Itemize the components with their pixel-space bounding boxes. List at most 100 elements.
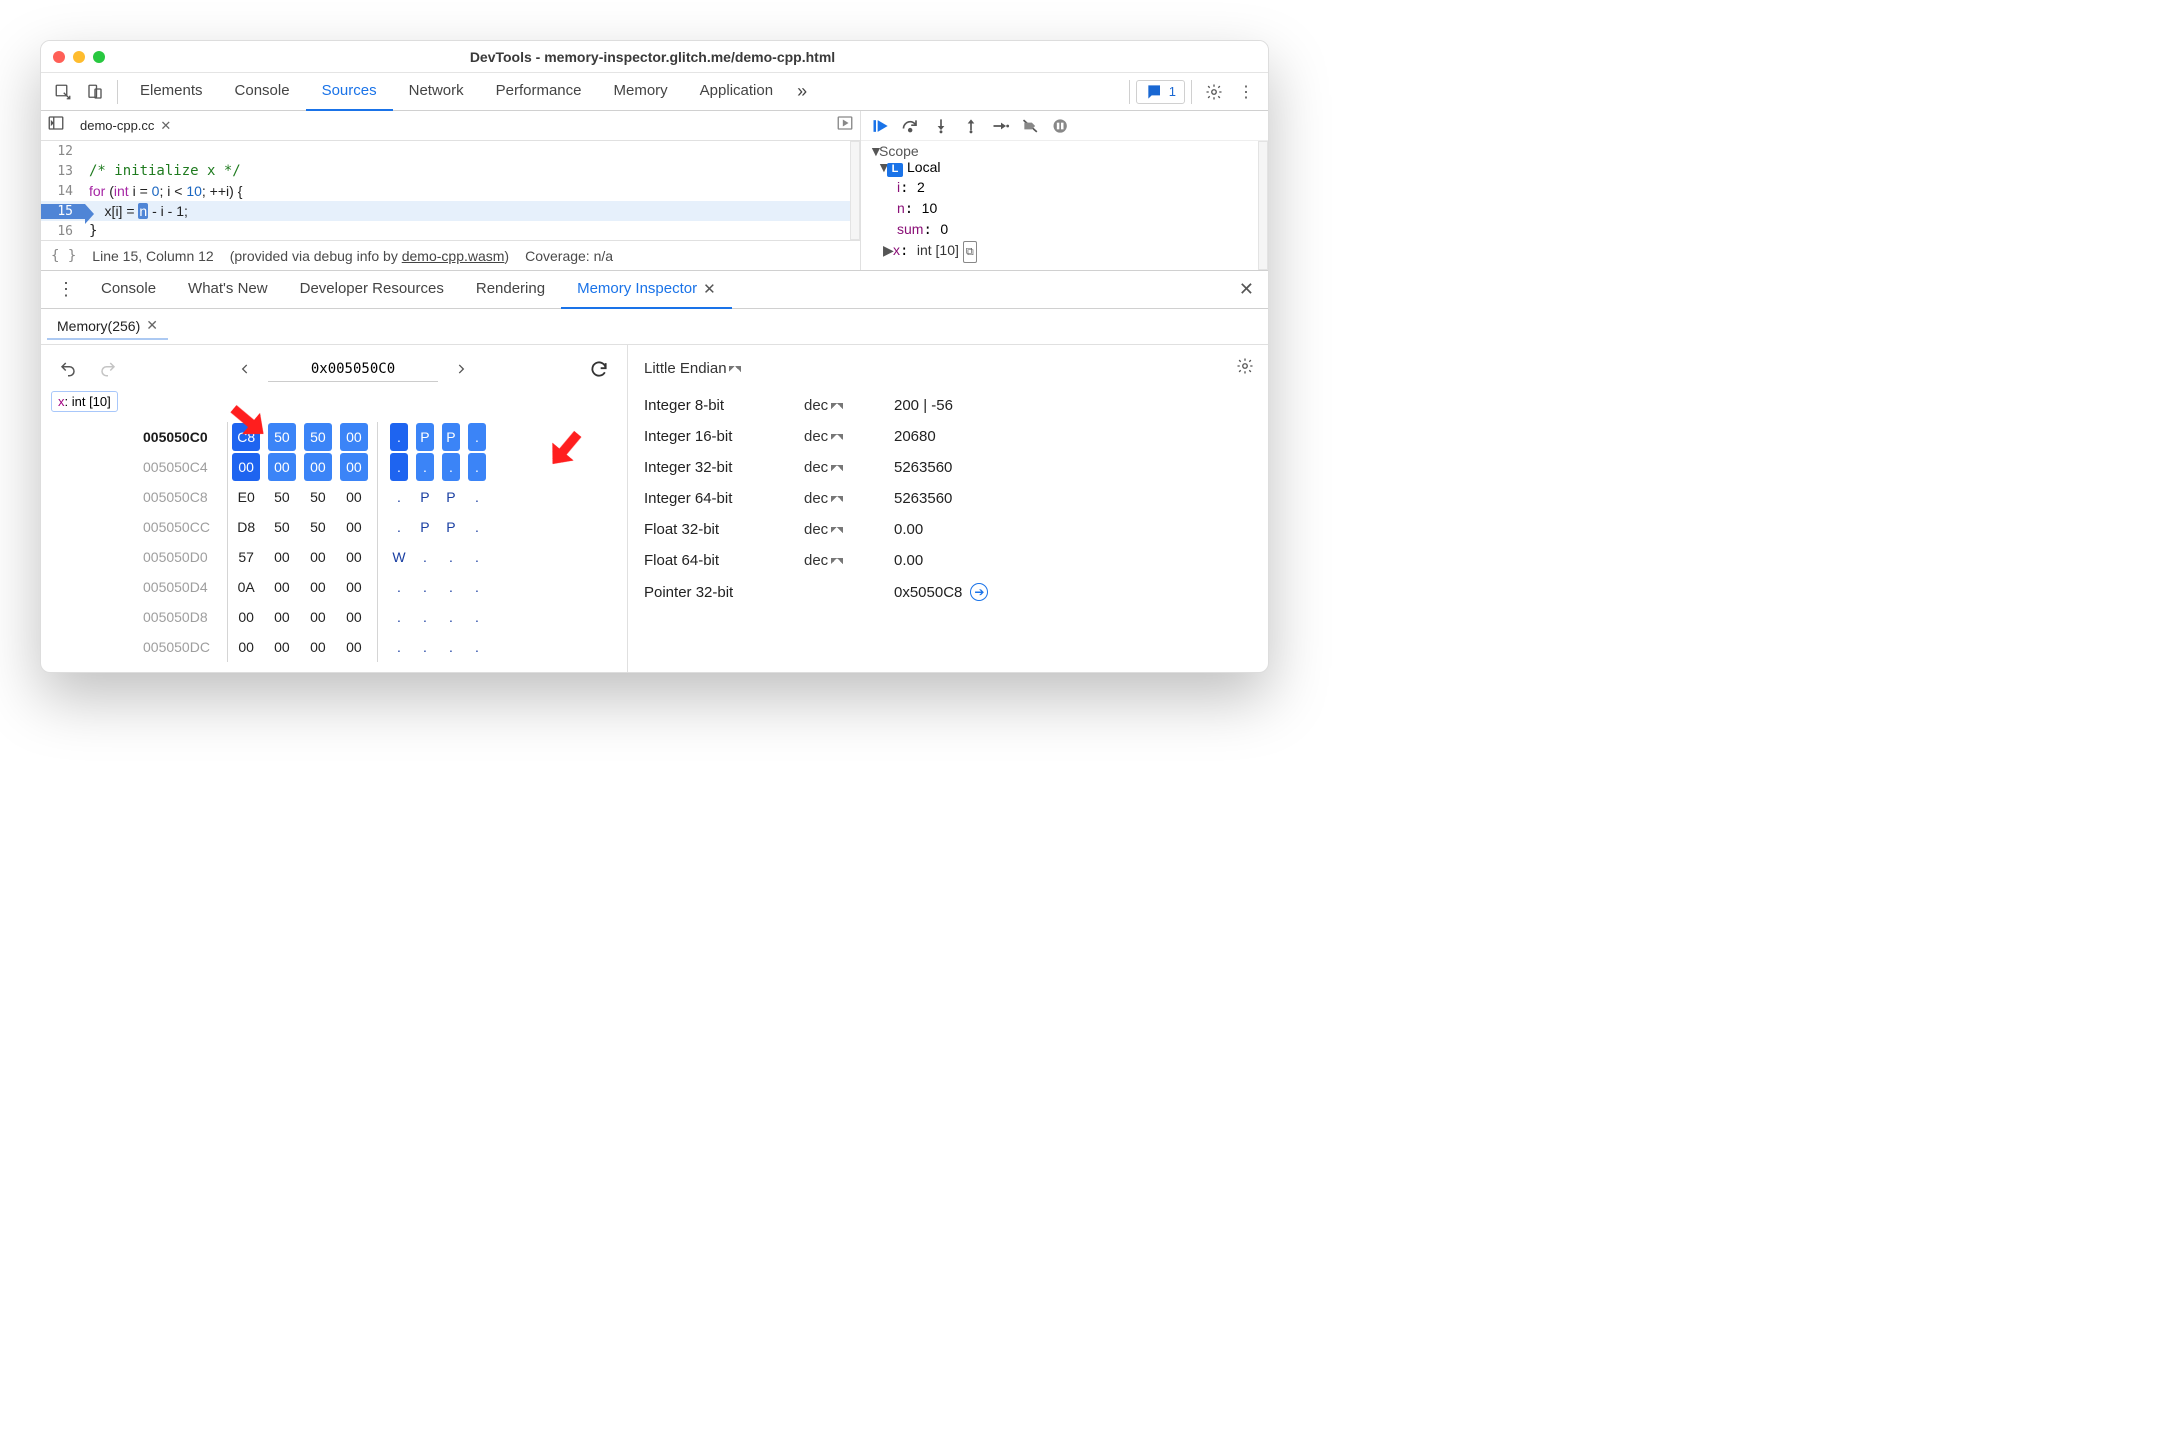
history-forward-icon[interactable] bbox=[93, 356, 123, 382]
ascii-byte[interactable]: . bbox=[386, 602, 412, 632]
ascii-byte[interactable]: P bbox=[412, 512, 438, 542]
hex-byte[interactable]: 00 bbox=[336, 452, 372, 482]
value-format-select[interactable]: dec bbox=[804, 428, 845, 445]
hex-byte[interactable]: 50 bbox=[300, 422, 336, 452]
ascii-byte[interactable]: P bbox=[412, 422, 438, 452]
pause-on-exceptions-icon[interactable] bbox=[1051, 117, 1071, 135]
ascii-byte[interactable]: P bbox=[438, 482, 464, 512]
ascii-byte[interactable]: . bbox=[464, 482, 490, 512]
hex-byte[interactable]: 50 bbox=[264, 512, 300, 542]
hex-byte[interactable]: 50 bbox=[264, 482, 300, 512]
ascii-byte[interactable]: . bbox=[464, 572, 490, 602]
pretty-print-icon[interactable]: { } bbox=[51, 248, 76, 264]
ascii-byte[interactable]: . bbox=[438, 572, 464, 602]
hex-byte[interactable]: 00 bbox=[264, 632, 300, 662]
zoom-window-button[interactable] bbox=[93, 51, 105, 63]
ascii-byte[interactable]: P bbox=[438, 512, 464, 542]
hex-byte[interactable]: 00 bbox=[264, 542, 300, 572]
value-format-select[interactable]: dec bbox=[804, 490, 845, 507]
memory-tab[interactable]: Memory(256) ✕ bbox=[47, 313, 168, 340]
var-i[interactable]: i: 2 bbox=[869, 177, 1260, 198]
deactivate-breakpoints-icon[interactable] bbox=[1021, 117, 1041, 135]
snippets-toggle-icon[interactable] bbox=[836, 114, 854, 137]
page-prev-icon[interactable] bbox=[232, 358, 258, 380]
reveal-in-memory-icon[interactable]: ⧉ bbox=[963, 241, 977, 263]
ascii-byte[interactable]: . bbox=[438, 602, 464, 632]
tracked-variable-chip[interactable]: x: int [10] bbox=[51, 391, 118, 412]
panel-tab-network[interactable]: Network bbox=[393, 73, 480, 111]
ascii-byte[interactable]: . bbox=[386, 422, 412, 452]
debug-info-link[interactable]: demo-cpp.wasm bbox=[402, 248, 505, 264]
hex-grid[interactable]: 005050C0C8505000.PP.005050C400000000....… bbox=[143, 422, 490, 662]
hex-row[interactable]: 005050CCD8505000.PP. bbox=[143, 512, 490, 542]
ascii-byte[interactable]: . bbox=[412, 542, 438, 572]
page-next-icon[interactable] bbox=[448, 358, 474, 380]
value-format-select[interactable]: dec bbox=[804, 521, 845, 538]
ascii-byte[interactable]: . bbox=[412, 632, 438, 662]
hex-byte[interactable]: 00 bbox=[336, 512, 372, 542]
hex-row[interactable]: 005050DC00000000.... bbox=[143, 632, 490, 662]
value-format-select[interactable]: dec bbox=[804, 552, 845, 569]
value-format-select[interactable]: dec bbox=[804, 459, 845, 476]
device-mode-icon[interactable] bbox=[79, 83, 111, 101]
hex-byte[interactable]: 00 bbox=[264, 452, 300, 482]
issues-button[interactable]: 1 bbox=[1136, 80, 1185, 104]
hex-byte[interactable]: 00 bbox=[228, 632, 264, 662]
hex-byte[interactable]: 00 bbox=[300, 602, 336, 632]
history-back-icon[interactable] bbox=[53, 356, 83, 382]
editor-scrollbar[interactable] bbox=[850, 141, 860, 240]
code-editor[interactable]: 12 13 /* initialize x */ 14 for (int i =… bbox=[41, 141, 860, 240]
ascii-byte[interactable]: . bbox=[386, 512, 412, 542]
hex-byte[interactable]: 00 bbox=[264, 602, 300, 632]
hex-byte[interactable]: 0A bbox=[228, 572, 264, 602]
hex-row[interactable]: 005050D40A000000.... bbox=[143, 572, 490, 602]
close-drawer-tab-icon[interactable]: ✕ bbox=[703, 280, 716, 298]
ascii-byte[interactable]: . bbox=[386, 632, 412, 662]
hex-row[interactable]: 005050C8E0505000.PP. bbox=[143, 482, 490, 512]
kebab-menu-icon[interactable]: ⋮ bbox=[1230, 82, 1262, 102]
hex-byte[interactable]: 00 bbox=[228, 602, 264, 632]
ascii-byte[interactable]: . bbox=[464, 632, 490, 662]
minimize-window-button[interactable] bbox=[73, 51, 85, 63]
close-window-button[interactable] bbox=[53, 51, 65, 63]
panel-tab-console[interactable]: Console bbox=[219, 73, 306, 111]
panel-tab-elements[interactable]: Elements bbox=[124, 73, 219, 111]
ascii-byte[interactable]: . bbox=[464, 452, 490, 482]
hex-byte[interactable]: 00 bbox=[336, 572, 372, 602]
hex-byte[interactable]: D8 bbox=[228, 512, 264, 542]
hex-byte[interactable]: 00 bbox=[336, 422, 372, 452]
ascii-byte[interactable]: . bbox=[464, 512, 490, 542]
ascii-byte[interactable]: W bbox=[386, 542, 412, 572]
var-x[interactable]: ▶x: int [10]⧉ bbox=[869, 240, 1260, 263]
close-tab-icon[interactable]: ✕ bbox=[160, 118, 171, 134]
hex-byte[interactable]: 57 bbox=[228, 542, 264, 572]
hex-byte[interactable]: 50 bbox=[300, 482, 336, 512]
more-panels-button[interactable]: » bbox=[789, 81, 815, 102]
ascii-byte[interactable]: . bbox=[464, 602, 490, 632]
drawer-more-icon[interactable]: ⋮ bbox=[47, 279, 85, 300]
step-into-icon[interactable] bbox=[931, 117, 951, 135]
ascii-byte[interactable]: . bbox=[412, 572, 438, 602]
settings-icon[interactable] bbox=[1198, 83, 1230, 101]
hex-byte[interactable]: 00 bbox=[300, 542, 336, 572]
hex-byte[interactable]: 00 bbox=[336, 482, 372, 512]
hex-byte[interactable]: 00 bbox=[336, 632, 372, 662]
panel-tab-sources[interactable]: Sources bbox=[306, 73, 393, 111]
drawer-tab-what-s-new[interactable]: What's New bbox=[172, 271, 284, 309]
ascii-byte[interactable]: . bbox=[438, 452, 464, 482]
file-tab[interactable]: demo-cpp.cc ✕ bbox=[71, 114, 180, 138]
drawer-tab-developer-resources[interactable]: Developer Resources bbox=[284, 271, 460, 309]
ascii-byte[interactable]: P bbox=[438, 422, 464, 452]
ascii-byte[interactable]: . bbox=[412, 452, 438, 482]
ascii-byte[interactable]: . bbox=[412, 602, 438, 632]
step-over-icon[interactable] bbox=[901, 117, 921, 135]
ascii-byte[interactable]: . bbox=[438, 542, 464, 572]
var-sum[interactable]: sum: 0 bbox=[869, 219, 1260, 240]
hex-byte[interactable]: 50 bbox=[300, 512, 336, 542]
hex-row[interactable]: 005050D800000000.... bbox=[143, 602, 490, 632]
value-format-select[interactable]: dec bbox=[804, 397, 845, 414]
hex-byte[interactable]: 00 bbox=[336, 542, 372, 572]
hex-byte[interactable]: 00 bbox=[264, 572, 300, 602]
close-drawer-icon[interactable]: ✕ bbox=[1231, 279, 1262, 300]
navigator-toggle-icon[interactable] bbox=[47, 114, 65, 137]
